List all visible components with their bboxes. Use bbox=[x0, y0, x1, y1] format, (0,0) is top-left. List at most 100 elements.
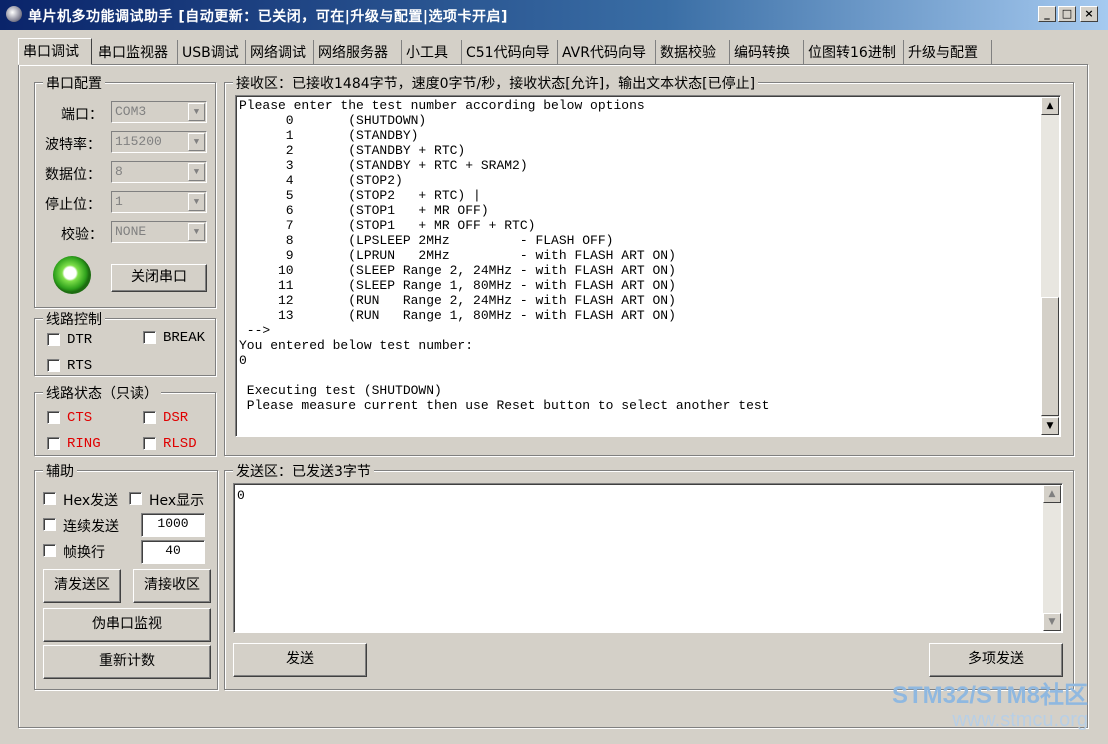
serial-config-label: 串口配置 bbox=[43, 73, 105, 93]
receive-line bbox=[239, 368, 1037, 383]
baud-select[interactable]: 115200 ▼ bbox=[111, 131, 207, 153]
databits-value: 8 bbox=[115, 164, 123, 179]
maximize-button[interactable]: □ bbox=[1058, 6, 1076, 22]
chevron-down-icon: ▼ bbox=[188, 103, 205, 121]
serial-config-group: 串口配置 端口： COM3 ▼ 波特率： 115200 ▼ 数据位： 8 ▼ 停… bbox=[34, 73, 216, 308]
tab-network-debug[interactable]: 网络调试 bbox=[246, 40, 314, 64]
multi-send-button[interactable]: 多项发送 bbox=[929, 643, 1063, 677]
receive-group: 接收区：已接收1484字节，速度0字节/秒，接收状态[允许]，输出文本状态[已停… bbox=[224, 73, 1074, 456]
title-bar: 单片机多功能调试助手 [自动更新：已关闭，可在|升级与配置|选项卡开启] _ □… bbox=[0, 0, 1108, 30]
receive-line: Please enter the test number according b… bbox=[239, 98, 645, 113]
receive-line: 9 (LPRUN 2MHz - with FLASH ART ON) bbox=[239, 248, 676, 263]
dtr-checkbox[interactable] bbox=[47, 333, 60, 346]
hex-display-label: Hex显示 bbox=[149, 493, 205, 509]
continuous-send-checkbox[interactable] bbox=[43, 518, 56, 531]
scroll-down-icon[interactable]: ▼ bbox=[1043, 613, 1061, 631]
recount-button[interactable]: 重新计数 bbox=[43, 645, 211, 679]
rlsd-checkbox bbox=[143, 437, 156, 450]
receive-line: 1 (STANDBY) bbox=[239, 128, 419, 143]
line-status-group: 线路状态（只读） CTS DSR RING RLSD bbox=[34, 383, 216, 456]
app-icon bbox=[6, 6, 22, 22]
scroll-thumb[interactable] bbox=[1041, 297, 1059, 416]
send-group: 发送区：已发送3字节 0 ▲ ▼ 发送 多项发送 bbox=[224, 461, 1074, 690]
line-control-label: 线路控制 bbox=[43, 309, 105, 329]
chevron-down-icon: ▼ bbox=[188, 223, 205, 241]
hex-send-label: Hex发送 bbox=[63, 493, 119, 509]
tab-avr-wizard[interactable]: AVR代码向导 bbox=[558, 40, 656, 64]
clear-receive-button[interactable]: 清接收区 bbox=[133, 569, 211, 603]
chevron-down-icon: ▼ bbox=[188, 163, 205, 181]
receive-line: 6 (STOP1 + MR OFF) bbox=[239, 203, 489, 218]
tab-bitmap-hex[interactable]: 位图转16进制 bbox=[804, 40, 904, 64]
receive-line: 11 (SLEEP Range 1, 80MHz - with FLASH AR… bbox=[239, 278, 676, 293]
scroll-up-icon[interactable]: ▲ bbox=[1041, 97, 1059, 115]
tab-encoding[interactable]: 编码转换 bbox=[730, 40, 804, 64]
close-port-button[interactable]: 关闭串口 bbox=[111, 264, 207, 292]
baud-value: 115200 bbox=[115, 134, 162, 149]
receive-line: 13 (RUN Range 1, 80MHz - with FLASH ART … bbox=[239, 308, 676, 323]
receive-line: Please measure current then use Reset bu… bbox=[239, 398, 770, 413]
tab-serial-monitor[interactable]: 串口监视器 bbox=[94, 40, 178, 64]
parity-value: NONE bbox=[115, 224, 147, 239]
tab-checksum[interactable]: 数据校验 bbox=[656, 40, 730, 64]
dsr-label: DSR bbox=[163, 410, 189, 426]
send-textarea[interactable]: 0 ▲ ▼ bbox=[233, 483, 1063, 633]
receive-line: --> bbox=[239, 323, 271, 338]
chevron-down-icon: ▼ bbox=[188, 193, 205, 211]
receive-scrollbar[interactable]: ▲ ▼ bbox=[1041, 97, 1059, 435]
send-button[interactable]: 发送 bbox=[233, 643, 367, 677]
scroll-down-icon[interactable]: ▼ bbox=[1041, 417, 1059, 435]
receive-line: 5 (STOP2 + RTC) | bbox=[239, 188, 481, 203]
receive-line: 3 (STANDBY + RTC + SRAM2) bbox=[239, 158, 528, 173]
port-status-led-icon bbox=[53, 256, 91, 294]
receive-textarea[interactable]: Please enter the test number according b… bbox=[235, 95, 1061, 437]
stopbits-select[interactable]: 1 ▼ bbox=[111, 191, 207, 213]
clear-send-button[interactable]: 清发送区 bbox=[43, 569, 121, 603]
frame-newline-label: 帧换行 bbox=[63, 545, 105, 561]
databits-select[interactable]: 8 ▼ bbox=[111, 161, 207, 183]
cts-checkbox bbox=[47, 411, 60, 424]
hex-send-checkbox[interactable] bbox=[43, 492, 56, 505]
port-select[interactable]: COM3 ▼ bbox=[111, 101, 207, 123]
close-button[interactable]: × bbox=[1080, 6, 1098, 22]
line-status-label: 线路状态（只读） bbox=[43, 383, 161, 403]
minimize-button[interactable]: _ bbox=[1038, 6, 1056, 22]
rlsd-label: RLSD bbox=[163, 436, 197, 452]
tab-usb-debug[interactable]: USB调试 bbox=[178, 40, 246, 64]
receive-line: 12 (RUN Range 2, 24MHz - with FLASH ART … bbox=[239, 293, 676, 308]
rts-checkbox[interactable] bbox=[47, 359, 60, 372]
tab-upgrade-config[interactable]: 升级与配置 bbox=[904, 40, 992, 64]
stopbits-label: 停止位： bbox=[45, 197, 101, 213]
receive-line: 7 (STOP1 + MR OFF + RTC) bbox=[239, 218, 536, 233]
port-label: 端口： bbox=[61, 107, 103, 123]
dtr-label: DTR bbox=[67, 332, 93, 348]
watermark-url: www.stmcu.org bbox=[952, 709, 1088, 731]
databits-label: 数据位： bbox=[45, 167, 101, 183]
rts-label: RTS bbox=[67, 358, 93, 374]
parity-select[interactable]: NONE ▼ bbox=[111, 221, 207, 243]
watermark-brand: STM32/STM8社区 bbox=[891, 682, 1088, 709]
tab-tools[interactable]: 小工具 bbox=[402, 40, 462, 64]
aux-group: 辅助 Hex发送 Hex显示 连续发送 1000 帧换行 40 清发送区 清接收… bbox=[34, 461, 218, 690]
hex-display-checkbox[interactable] bbox=[129, 492, 142, 505]
send-scrollbar[interactable]: ▲ ▼ bbox=[1043, 485, 1061, 631]
frame-interval-input[interactable]: 40 bbox=[141, 540, 205, 564]
tab-network-server[interactable]: 网络服务器 bbox=[314, 40, 402, 64]
aux-label: 辅助 bbox=[43, 461, 77, 481]
receive-line: 0 (SHUTDOWN) bbox=[239, 113, 427, 128]
receive-status-label: 接收区：已接收1484字节，速度0字节/秒，接收状态[允许]，输出文本状态[已停… bbox=[233, 73, 759, 93]
scroll-up-icon[interactable]: ▲ bbox=[1043, 485, 1061, 503]
receive-line: 2 (STANDBY + RTC) bbox=[239, 143, 466, 158]
break-checkbox[interactable] bbox=[143, 331, 156, 344]
port-value: COM3 bbox=[115, 104, 147, 119]
receive-line: 4 (STOP2) bbox=[239, 173, 403, 188]
receive-line: 0 bbox=[239, 353, 247, 368]
receive-line: You entered below test number: bbox=[239, 338, 474, 353]
send-status-label: 发送区：已发送3字节 bbox=[233, 461, 374, 481]
frame-newline-checkbox[interactable] bbox=[43, 544, 56, 557]
pseudo-monitor-button[interactable]: 伪串口监视 bbox=[43, 608, 211, 642]
tab-serial-debug[interactable]: 串口调试 bbox=[18, 38, 92, 65]
continuous-interval-input[interactable]: 1000 bbox=[141, 513, 205, 537]
parity-label: 校验： bbox=[61, 227, 103, 243]
tab-c51-wizard[interactable]: C51代码向导 bbox=[462, 40, 558, 64]
